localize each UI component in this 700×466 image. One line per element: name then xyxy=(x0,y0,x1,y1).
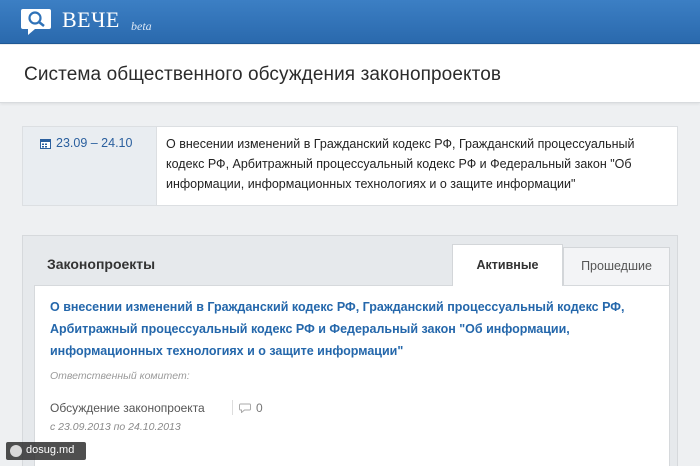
page-title: Система общественного обсуждения законоп… xyxy=(24,64,502,85)
tab-active[interactable]: Активные xyxy=(452,244,563,286)
comment-count[interactable]: 0 xyxy=(256,401,263,415)
beta-badge: beta xyxy=(131,19,152,33)
speech-bubble-logo-icon[interactable] xyxy=(20,5,52,37)
watermark-icon xyxy=(10,445,22,457)
calendar-icon xyxy=(40,139,51,149)
bill-status: Обсуждение законопроекта xyxy=(50,401,205,415)
featured-bill-card[interactable]: 23.09 – 24.10 О внесении изменений в Гра… xyxy=(22,126,678,206)
featured-date-block: 23.09 – 24.10 xyxy=(23,127,157,205)
comment-icon[interactable] xyxy=(239,403,251,413)
watermark-text: dosug.md xyxy=(26,444,75,456)
tab-past[interactable]: Прошедшие xyxy=(563,247,670,285)
committee-label: Ответственный комитет: xyxy=(50,370,190,382)
logo-text[interactable]: ВЕЧЕ xyxy=(62,7,120,33)
featured-bill-title[interactable]: О внесении изменений в Гражданский кодек… xyxy=(166,134,672,194)
bill-title-link[interactable]: О внесении изменений в Гражданский кодек… xyxy=(50,296,660,362)
featured-date-range: 23.09 – 24.10 xyxy=(56,136,133,150)
bills-section-title: Законопроекты xyxy=(47,256,156,272)
divider xyxy=(232,400,233,415)
discussion-period: с 23.09.2013 по 24.10.2013 xyxy=(50,421,181,433)
